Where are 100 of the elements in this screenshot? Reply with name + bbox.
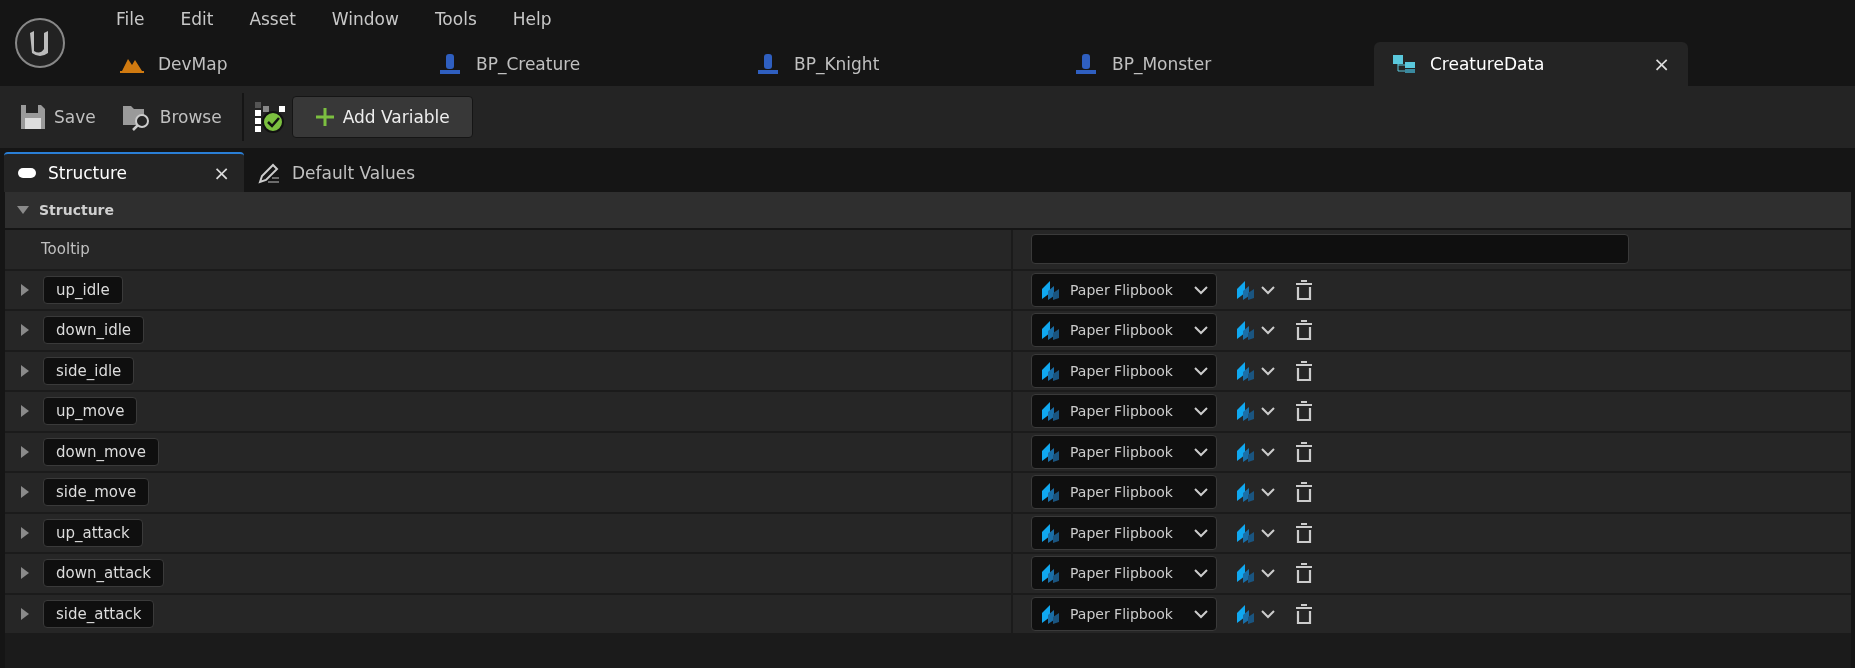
document-tab[interactable]: BP_Knight — [738, 42, 1056, 86]
flipbook-icon — [1235, 562, 1257, 585]
document-tab[interactable]: BP_Creature — [420, 42, 738, 86]
chevron-down-icon — [1194, 568, 1208, 579]
chevron-down-icon — [1261, 446, 1275, 457]
structure-icon — [1392, 54, 1416, 74]
tooltip-input-field[interactable] — [1031, 234, 1629, 265]
flipbook-icon — [1235, 319, 1257, 342]
variable-name-field[interactable]: up_move — [43, 397, 138, 426]
chevron-down-icon — [1194, 325, 1208, 336]
close-icon[interactable]: × — [213, 161, 230, 185]
section-header[interactable]: Structure — [5, 192, 1851, 230]
chevron-down-icon — [1194, 487, 1208, 498]
browse-button[interactable]: Browse — [111, 97, 232, 137]
type-dropdown[interactable]: Paper Flipbook — [1031, 313, 1217, 348]
tab-label: CreatureData — [1430, 54, 1546, 74]
type-dropdown[interactable]: Paper Flipbook — [1031, 394, 1217, 429]
chevron-down-icon — [1194, 365, 1208, 376]
tab-label: BP_Creature — [476, 54, 582, 74]
expand-arrow-icon[interactable] — [19, 364, 31, 377]
trash-icon — [1295, 319, 1313, 342]
trash-icon — [1295, 562, 1313, 585]
expand-arrow-icon[interactable] — [19, 405, 31, 418]
tab-label: Default Values — [292, 163, 416, 183]
trash-icon — [1295, 359, 1313, 382]
compile-check-icon[interactable] — [253, 101, 286, 133]
pawn-icon — [438, 53, 462, 75]
chevron-down-icon — [1194, 527, 1208, 538]
trash-icon — [1295, 278, 1313, 301]
menu-item[interactable]: Window — [313, 9, 417, 29]
menu-item[interactable]: Tools — [416, 9, 495, 29]
tab-label: Structure — [48, 163, 129, 183]
tab-label: BP_Monster — [1112, 54, 1213, 74]
plus-icon — [314, 107, 335, 127]
chevron-down-icon — [1261, 527, 1275, 538]
trash-icon — [1295, 400, 1313, 423]
type-dropdown[interactable]: Paper Flipbook — [1031, 556, 1217, 591]
type-dropdown[interactable]: Paper Flipbook — [1031, 475, 1217, 510]
variable-name-field[interactable]: side_attack — [43, 599, 155, 628]
chevron-down-icon — [1261, 487, 1275, 498]
type-dropdown[interactable]: Paper Flipbook — [1031, 353, 1217, 388]
chevron-down-icon — [1194, 446, 1208, 457]
collapse-arrow-icon[interactable] — [17, 204, 29, 216]
logo-icon[interactable] — [14, 17, 66, 69]
menu-item[interactable]: Help — [494, 9, 570, 29]
flipbook-icon — [1040, 481, 1062, 504]
panel-tab[interactable]: Default Values — [244, 152, 430, 192]
folder-search-icon — [121, 103, 152, 131]
trash-icon — [1295, 602, 1313, 625]
variable-name-field[interactable]: up_attack — [43, 518, 143, 547]
flipbook-icon — [1235, 481, 1257, 504]
document-tab[interactable]: DevMap — [102, 42, 420, 86]
document-tab[interactable]: BP_Monster — [1056, 42, 1374, 86]
chevron-down-icon — [1261, 325, 1275, 336]
variable-name-field[interactable]: up_idle — [43, 275, 123, 304]
chevron-down-icon — [1261, 365, 1275, 376]
expand-arrow-icon[interactable] — [19, 567, 31, 580]
chevron-down-icon — [1194, 608, 1208, 619]
chevron-down-icon — [1261, 608, 1275, 619]
variable-name-field[interactable]: down_attack — [43, 559, 165, 588]
property-label: Tooltip — [40, 240, 90, 259]
expand-arrow-icon[interactable] — [19, 324, 31, 337]
type-dropdown[interactable]: Paper Flipbook — [1031, 515, 1217, 550]
type-dropdown[interactable]: Paper Flipbook — [1031, 596, 1217, 631]
variable-name-field[interactable]: side_move — [43, 478, 150, 507]
trash-icon — [1295, 440, 1313, 463]
type-dropdown[interactable]: Paper Flipbook — [1031, 434, 1217, 469]
chevron-down-icon — [1261, 406, 1275, 417]
variable-name-field[interactable]: down_move — [43, 437, 159, 466]
add-variable-button[interactable]: Add Variable — [291, 96, 473, 138]
chevron-down-icon — [1261, 284, 1275, 295]
close-icon[interactable]: × — [1653, 52, 1670, 76]
flipbook-icon — [1040, 319, 1062, 342]
pencil-icon — [258, 162, 280, 184]
flipbook-icon — [1040, 562, 1062, 585]
flipbook-icon — [1040, 400, 1062, 423]
save-button[interactable]: Save — [10, 98, 106, 136]
chevron-down-icon — [1194, 406, 1208, 417]
menu-item[interactable]: File — [98, 9, 163, 29]
type-dropdown[interactable]: Paper Flipbook — [1031, 272, 1217, 307]
variable-name-field[interactable]: down_idle — [43, 316, 145, 345]
panel-tab[interactable]: Structure × — [4, 152, 244, 192]
chevron-down-icon — [1261, 568, 1275, 579]
expand-arrow-icon[interactable] — [19, 445, 31, 458]
chevron-down-icon — [1194, 284, 1208, 295]
expand-arrow-icon[interactable] — [19, 526, 31, 539]
pawn-icon — [1074, 53, 1098, 75]
section-title: Structure — [39, 202, 114, 218]
expand-arrow-icon[interactable] — [19, 283, 31, 296]
expand-arrow-icon[interactable] — [19, 607, 31, 620]
document-tab[interactable]: CreatureData × — [1374, 42, 1688, 86]
pill-icon — [18, 168, 36, 178]
tab-label: DevMap — [158, 54, 229, 74]
flipbook-icon — [1235, 400, 1257, 423]
menu-item[interactable]: Asset — [231, 9, 314, 29]
pawn-icon — [756, 53, 780, 75]
menu-item[interactable]: Edit — [162, 9, 232, 29]
trash-icon — [1295, 521, 1313, 544]
variable-name-field[interactable]: side_idle — [43, 356, 135, 385]
expand-arrow-icon[interactable] — [19, 486, 31, 499]
